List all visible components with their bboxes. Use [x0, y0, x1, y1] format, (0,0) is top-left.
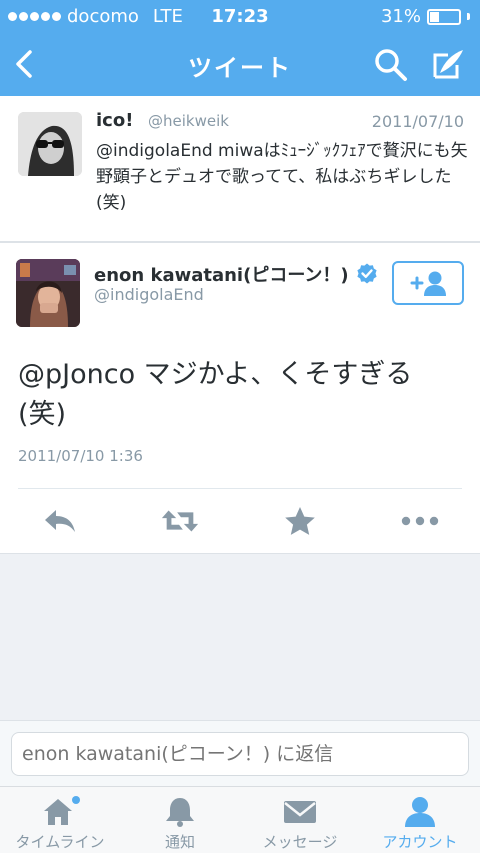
tab-timeline[interactable]: タイムライン: [0, 787, 120, 853]
author-name[interactable]: enon kawatani(ピコーン！): [94, 261, 349, 287]
reply-icon: [45, 510, 75, 532]
context-tweet-date: 2011/07/10: [371, 112, 464, 131]
navigation-bar: ツイート: [0, 34, 480, 96]
battery-percent: 31%: [380, 6, 421, 27]
tab-label: メッセージ: [262, 833, 338, 851]
tab-label: タイムライン: [15, 833, 105, 851]
context-tweet-text: @indigolaEnd miwaはﾐｭｰｼﾞｯｸﾌｪｱで贅沢にも矢野顕子とデュ…: [96, 141, 468, 213]
author-handle: @indigolaEnd: [94, 285, 204, 304]
avatar[interactable]: [18, 112, 82, 176]
reply-input[interactable]: [11, 732, 469, 776]
main-tweet: enon kawatani(ピコーン！) @indigolaEnd @pJonc…: [0, 242, 480, 554]
retweet-icon: [161, 510, 199, 532]
more-icon: [401, 516, 439, 526]
retweet-button[interactable]: [160, 503, 200, 539]
tweet-timestamp: 2011/07/10 1:36: [18, 447, 143, 465]
follow-button[interactable]: [392, 261, 464, 305]
tab-bar: タイムライン 通知 メッセージ アカウント: [0, 786, 480, 853]
reply-bar: [0, 720, 480, 786]
favorite-star-icon: [285, 507, 315, 535]
context-author-handle: @heikweik: [148, 112, 229, 130]
status-bar: docomo LTE 17:23 31%: [0, 0, 480, 34]
verified-badge-icon: [357, 263, 377, 284]
actions-divider: [18, 488, 462, 489]
avatar-image: [16, 259, 80, 327]
battery-icon: [427, 8, 461, 25]
bell-icon: [166, 798, 194, 827]
context-author-name[interactable]: ico!: [96, 110, 133, 131]
tab-notifications[interactable]: 通知: [120, 787, 240, 853]
avatar[interactable]: [16, 259, 80, 327]
battery-indicator: 31%: [381, 6, 470, 27]
tweet-text: @pJonco マジかよ、くそすぎる(笑): [18, 359, 413, 430]
notification-dot: [72, 796, 80, 804]
home-icon: [44, 796, 80, 825]
context-tweet[interactable]: ico! @heikweik 2011/07/10 @indigolaEnd m…: [0, 96, 480, 242]
envelope-icon: [284, 801, 316, 823]
search-icon[interactable]: [372, 46, 410, 84]
tab-account[interactable]: アカウント: [360, 787, 480, 853]
compose-icon[interactable]: [428, 46, 466, 84]
more-button[interactable]: [400, 503, 440, 539]
tab-messages[interactable]: メッセージ: [240, 787, 360, 853]
tab-label: 通知: [164, 833, 195, 851]
person-icon: [405, 797, 435, 827]
reply-button[interactable]: [40, 503, 80, 539]
add-user-icon: [410, 271, 446, 296]
top-bar: docomo LTE 17:23 31% ツイート: [0, 0, 480, 96]
tab-label: アカウント: [382, 833, 458, 851]
avatar-image: [18, 112, 82, 176]
author-name-row: enon kawatani(ピコーン！): [94, 261, 379, 287]
favorite-button[interactable]: [280, 503, 320, 539]
